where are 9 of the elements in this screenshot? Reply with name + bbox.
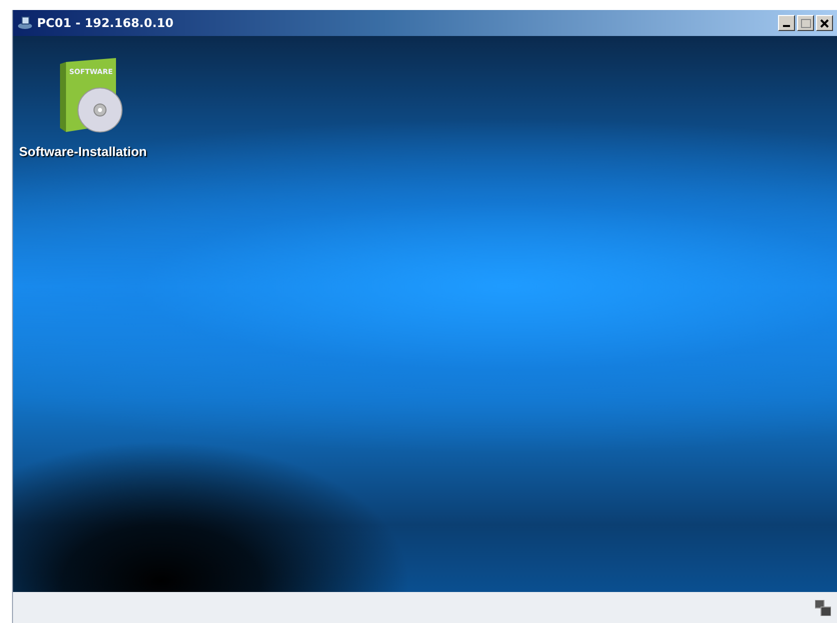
maximize-icon [800, 18, 810, 28]
maximize-button[interactable] [797, 15, 814, 31]
close-icon [820, 18, 829, 28]
close-button[interactable] [816, 15, 833, 31]
network-icon [815, 600, 831, 616]
computer-icon [17, 16, 33, 30]
minimize-button[interactable] [778, 15, 795, 31]
icon-label[interactable]: Software-Installation [19, 144, 147, 159]
window-title: PC01 - 192.168.0.10 [37, 16, 174, 30]
